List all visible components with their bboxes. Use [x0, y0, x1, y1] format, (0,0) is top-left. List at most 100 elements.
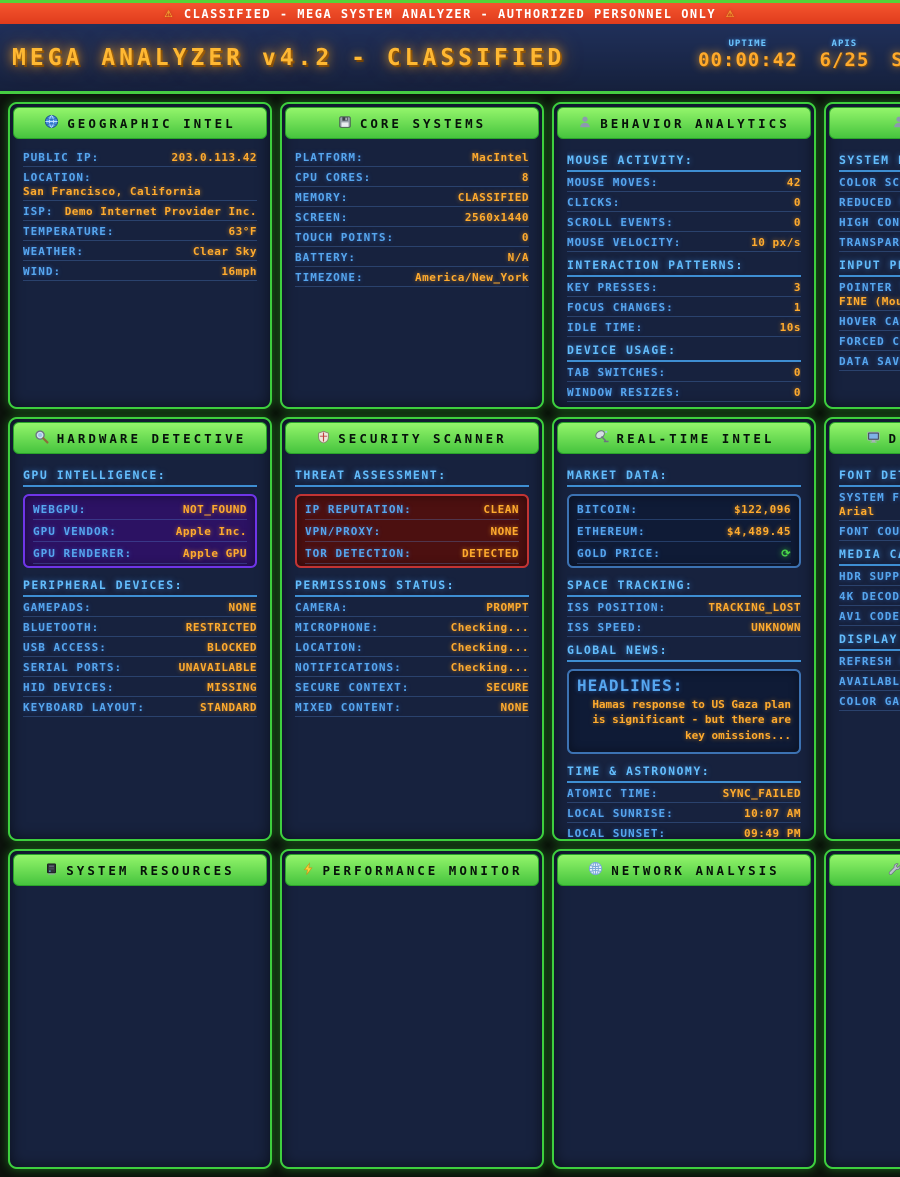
- data-row: DATA SAVER:: [839, 351, 900, 371]
- data-row: TEMPERATURE: 63°F: [23, 221, 257, 241]
- data-row: COLOR GAMUT:: [839, 691, 900, 711]
- panel-user-prefs: USER PREFSSYSTEM PREFERENCES:COLOR SCHEM…: [824, 102, 900, 409]
- row-label: FORCED COLORS:: [839, 335, 900, 348]
- row-value: RESTRICTED: [186, 621, 257, 634]
- row-label: HOVER CAPABLE:: [839, 315, 900, 328]
- panel-header: PERFORMANCE MONITOR: [285, 854, 539, 886]
- panel-header: SECURITY SCANNER: [285, 422, 539, 454]
- row-value: Checking...: [451, 641, 529, 654]
- row-label: ISS POSITION:: [567, 601, 666, 614]
- row-value: 16mph: [221, 265, 257, 278]
- panel-header: DISPLAY & MEDIA: [829, 422, 900, 454]
- row-label: MOUSE MOVES:: [567, 176, 658, 189]
- data-row: ISS POSITION: TRACKING_LOST: [567, 597, 801, 617]
- row-value: MISSING: [207, 681, 257, 694]
- row-value: DETECTED: [462, 547, 519, 560]
- gpu-info-box: WEBGPU:NOT_FOUNDGPU VENDOR:Apple Inc.GPU…: [23, 494, 257, 568]
- data-row: LOCATION:Checking...: [295, 637, 529, 657]
- data-row: VPN/PROXY:NONE: [305, 520, 519, 542]
- row-value: ⟳: [781, 547, 791, 560]
- data-row: CAMERA:PROMPT: [295, 597, 529, 617]
- row-value: 8: [522, 171, 529, 184]
- section-header: PERIPHERAL DEVICES:: [23, 573, 257, 597]
- row-value: 63°F: [229, 225, 258, 238]
- row-value: SYNC_FAILED: [723, 787, 801, 800]
- data-row: SCROLL EVENTS:0: [567, 212, 801, 232]
- row-label: AV1 CODEC:: [839, 610, 900, 623]
- section-header: DEVICE USAGE:: [567, 338, 801, 362]
- data-row: MICROPHONE: Checking...: [295, 617, 529, 637]
- panel-title: REAL-TIME INTEL: [617, 431, 775, 446]
- row-label: WIND:: [23, 265, 61, 278]
- row-label: HIGH CONTRAST:: [839, 216, 900, 229]
- row-label: LOCAL SUNRISE:: [567, 807, 674, 820]
- row-label: PLATFORM:: [295, 151, 364, 164]
- data-row: POINTER TYPE:FINE (Mouse): [839, 277, 900, 311]
- row-value: 09:49 PM: [744, 827, 801, 840]
- data-row: KEYBOARD LAYOUT:STANDARD: [23, 697, 257, 717]
- row-label: MICROPHONE:: [295, 621, 379, 634]
- section-header: INPUT PRECISION:: [839, 253, 900, 277]
- row-value: TRACKING_LOST: [708, 601, 801, 614]
- warning-icon: ⚠: [726, 6, 735, 21]
- data-row: KEY PRESSES:3: [567, 277, 801, 297]
- row-value: Checking...: [451, 661, 529, 674]
- row-label: DATA SAVER:: [839, 355, 900, 368]
- panel-header: BEHAVIOR ANALYTICS: [557, 107, 811, 139]
- row-value: 0: [794, 386, 801, 399]
- section-header: FONT DETECTION:: [839, 463, 900, 487]
- row-value: STANDARD: [200, 701, 257, 714]
- row-label: WEBGPU:: [33, 503, 86, 516]
- row-label: TEMPERATURE:: [23, 225, 114, 238]
- row-label: REDUCED MOTION:: [839, 196, 900, 209]
- row-value: 10 px/s: [751, 236, 801, 249]
- uptime-label: UPTIME: [729, 39, 768, 49]
- data-row: TIMEZONE:America/New_York: [295, 267, 529, 287]
- data-row: BITCOIN:$122,096: [577, 498, 791, 520]
- panel-behavior-analytics: BEHAVIOR ANALYTICSMOUSE ACTIVITY:MOUSE M…: [552, 102, 816, 409]
- row-value: Apple Inc.: [176, 525, 247, 538]
- row-label: SECURE CONTEXT:: [295, 681, 409, 694]
- row-value: 0: [794, 366, 801, 379]
- data-row: WEATHER:Clear Sky: [23, 241, 257, 261]
- panel-body: GPU INTELLIGENCE: WEBGPU:NOT_FOUNDGPU VEN…: [13, 454, 267, 723]
- header-stats: UPTIME 00:00:42 APIS 6/25 THREAT SECURE: [698, 39, 900, 71]
- apis-label: APIS: [832, 39, 858, 49]
- panel-header: HARDWARE DETECTIVE: [13, 422, 267, 454]
- row-label: MEMORY:: [295, 191, 348, 204]
- row-label: CPU CORES:: [295, 171, 371, 184]
- panel-body: MOUSE ACTIVITY:MOUSE MOVES:42CLICKS:0SCR…: [557, 139, 811, 408]
- data-row: FORCED COLORS:: [839, 331, 900, 351]
- panel-network-analysis: NETWORK ANALYSIS: [552, 849, 816, 1169]
- panel-header: NETWORK ANALYSIS: [557, 854, 811, 886]
- section-header: GPU INTELLIGENCE:: [23, 463, 257, 487]
- data-row: PLATFORM:MacIntel: [295, 147, 529, 167]
- data-row: HOVER CAPABLE:: [839, 311, 900, 331]
- row-label: MIXED CONTENT:: [295, 701, 402, 714]
- threat-box: IP REPUTATION:CLEANVPN/PROXY:NONETOR DET…: [295, 494, 529, 568]
- row-value: Checking...: [451, 621, 529, 634]
- section-header: THREAT ASSESSMENT:: [295, 463, 529, 487]
- section-header: PERMISSIONS STATUS:: [295, 573, 529, 597]
- row-label: VPN/PROXY:: [305, 525, 381, 538]
- news-box: HEADLINES:Hamas response to US Gaza plan…: [567, 669, 801, 754]
- page-title: MEGA ANALYZER v4.2 - CLASSIFIED: [12, 45, 565, 71]
- apis-value: 6/25: [820, 49, 870, 71]
- row-value: 3: [794, 281, 801, 294]
- section-header: TIME & ASTRONOMY:: [567, 759, 801, 783]
- data-row: CLICKS:0: [567, 192, 801, 212]
- row-label: USB ACCESS:: [23, 641, 107, 654]
- row-label: IDLE TIME:: [567, 321, 643, 334]
- row-value: N/A: [508, 251, 529, 264]
- row-label: LOCATION:: [23, 171, 92, 184]
- warning-icon: ⚠: [165, 6, 174, 21]
- data-row: BATTERY:N/A: [295, 247, 529, 267]
- data-row: MIXED CONTENT:NONE: [295, 697, 529, 717]
- row-value: 42: [787, 176, 801, 189]
- data-row: GOLD PRICE:⟳: [577, 542, 791, 564]
- row-label: HID DEVICES:: [23, 681, 114, 694]
- panel-body: SYSTEM PREFERENCES:COLOR SCHEME:REDUCED …: [829, 139, 900, 377]
- row-label: SCROLL EVENTS:: [567, 216, 674, 229]
- data-row: REDUCED MOTION:: [839, 192, 900, 212]
- data-row: HID DEVICES: MISSING: [23, 677, 257, 697]
